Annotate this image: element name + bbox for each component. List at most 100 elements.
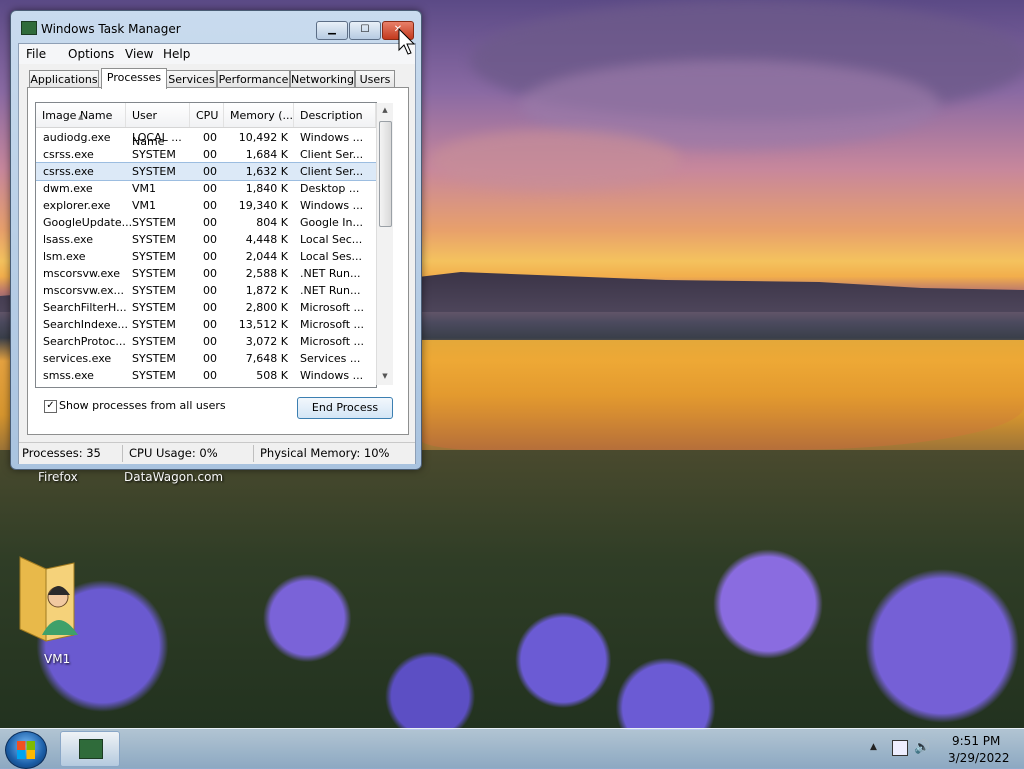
cell-user: SYSTEM: [132, 335, 176, 348]
status-cpu-usage: CPU Usage: 0%: [129, 446, 218, 460]
tab-applications[interactable]: Applications: [29, 70, 99, 88]
sort-arrow-icon: ▲: [78, 113, 84, 121]
taskbar-task-manager-button[interactable]: [60, 731, 120, 767]
network-icon[interactable]: [892, 740, 908, 756]
table-row[interactable]: SearchIndexe... SYSTEM 00 13,512 K Microsoft…: [36, 316, 376, 333]
menu-view[interactable]: View: [125, 47, 153, 61]
show-all-users-label[interactable]: Show processes from all users: [59, 399, 226, 412]
status-separator: [122, 445, 123, 462]
table-row[interactable]: mscorsvw.ex... SYSTEM 00 1,872 K .NET Run...: [36, 282, 376, 299]
cell-name: SearchIndexe...: [43, 318, 128, 331]
tab-networking[interactable]: Networking: [290, 70, 355, 88]
cell-desc: Local Ses...: [300, 250, 362, 263]
table-row[interactable]: mscorsvw.exe SYSTEM 00 2,588 K .NET Run...: [36, 265, 376, 282]
cell-desc: Microsoft ...: [300, 301, 365, 314]
clock-time[interactable]: 9:51 PM: [952, 734, 1000, 748]
cell-mem: 2,588 K: [245, 267, 288, 280]
cell-name: mscorsvw.exe: [43, 267, 120, 280]
column-cpu[interactable]: CPU: [190, 103, 224, 127]
title-bar[interactable]: Windows Task Manager ▁ ☐ ✕: [11, 11, 421, 43]
clock-date[interactable]: 3/29/2022: [948, 751, 1010, 765]
tab-performance[interactable]: Performance: [217, 70, 290, 88]
cell-desc: .NET Run...: [300, 284, 361, 297]
table-row[interactable]: SearchProtoc... SYSTEM 00 3,072 K Microsoft …: [36, 333, 376, 350]
cell-user: SYSTEM: [132, 301, 176, 314]
table-row[interactable]: GoogleUpdate... SYSTEM 00 804 K Google In...: [36, 214, 376, 231]
desktop-icon-firefox[interactable]: Firefox: [38, 470, 78, 484]
cell-mem: 2,800 K: [245, 301, 288, 314]
maximize-button[interactable]: ☐: [349, 21, 381, 40]
cell-desc: Client Ser...: [300, 148, 364, 161]
table-row[interactable]: lsm.exe SYSTEM 00 2,044 K Local Ses...: [36, 248, 376, 265]
cell-cpu: 00: [203, 318, 217, 331]
cell-name: lsm.exe: [43, 250, 86, 263]
lake-reflection: [420, 340, 1024, 450]
cell-name: csrss.exe: [43, 148, 94, 161]
cell-name: audiodg.exe: [43, 131, 111, 144]
column-description[interactable]: Description: [294, 103, 376, 127]
cell-name: lsass.exe: [43, 233, 93, 246]
cell-cpu: 00: [203, 335, 217, 348]
cell-desc: Services ...: [300, 352, 361, 365]
table-row[interactable]: audiodg.exe LOCAL ... 00 10,492 K Windows ..…: [36, 129, 376, 146]
task-manager-icon: [79, 739, 103, 759]
status-separator: [253, 445, 254, 462]
cell-mem: 804 K: [256, 216, 288, 229]
show-all-users-checkbox[interactable]: ✓: [44, 400, 57, 413]
table-row[interactable]: services.exe SYSTEM 00 7,648 K Services ...: [36, 350, 376, 367]
end-process-button[interactable]: End Process: [297, 397, 393, 419]
vertical-scrollbar[interactable]: ▲ ▼: [376, 103, 393, 385]
menu-options[interactable]: Options: [68, 47, 114, 61]
cell-mem: 1,840 K: [245, 182, 288, 195]
table-row[interactable]: lsass.exe SYSTEM 00 4,448 K Local Sec...: [36, 231, 376, 248]
cell-mem: 2,044 K: [245, 250, 288, 263]
tab-users[interactable]: Users: [355, 70, 395, 88]
cell-user: SYSTEM: [132, 318, 176, 331]
cell-user: VM1: [132, 199, 157, 212]
cell-user: SYSTEM: [132, 216, 176, 229]
cell-user: SYSTEM: [132, 267, 176, 280]
minimize-button[interactable]: ▁: [316, 21, 348, 40]
cell-cpu: 00: [203, 216, 217, 229]
cell-cpu: 00: [203, 352, 217, 365]
cell-user: SYSTEM: [132, 284, 176, 297]
status-bar: Processes: 35 CPU Usage: 0% Physical Mem…: [19, 442, 415, 464]
table-row[interactable]: csrss.exe SYSTEM 00 1,632 K Client Ser...: [36, 162, 376, 181]
desktop-icon-datawagon[interactable]: DataWagon.com: [124, 470, 223, 484]
tab-services[interactable]: Services: [166, 70, 217, 88]
scroll-up-icon[interactable]: ▲: [377, 103, 393, 118]
show-hidden-icons-icon[interactable]: ▲: [870, 742, 877, 752]
volume-icon[interactable]: 🔊: [914, 740, 930, 755]
menu-file[interactable]: File: [26, 47, 46, 61]
cell-desc: Microsoft ...: [300, 335, 365, 348]
table-row[interactable]: dwm.exe VM1 00 1,840 K Desktop ...: [36, 180, 376, 197]
status-physical-memory: Physical Memory: 10%: [260, 446, 390, 460]
table-row[interactable]: smss.exe SYSTEM 00 508 K Windows ...: [36, 367, 376, 384]
cell-desc: Google In...: [300, 216, 363, 229]
table-row[interactable]: csrss.exe SYSTEM 00 1,684 K Client Ser...: [36, 146, 376, 163]
column-user-name[interactable]: User Name: [126, 103, 190, 148]
cell-mem: 4,448 K: [245, 233, 288, 246]
cell-mem: 508 K: [256, 369, 288, 382]
cell-name: dwm.exe: [43, 182, 93, 195]
cell-desc: .NET Run...: [300, 267, 361, 280]
cell-desc: Desktop ...: [300, 182, 360, 195]
cell-cpu: 00: [203, 267, 217, 280]
tab-processes[interactable]: Processes: [101, 68, 167, 89]
cell-mem: 10,492 K: [238, 131, 288, 144]
desktop-icon-vm1[interactable]: VM1: [44, 652, 70, 666]
table-row[interactable]: SearchFilterH... SYSTEM 00 2,800 K Microsoft…: [36, 299, 376, 316]
scroll-thumb[interactable]: [379, 121, 392, 227]
process-list[interactable]: Image Name ▲ User Name CPU Memory (... D…: [35, 102, 377, 388]
scroll-down-icon[interactable]: ▼: [377, 369, 393, 384]
cell-mem: 1,684 K: [245, 148, 288, 161]
start-button[interactable]: [5, 731, 47, 769]
window-title: Windows Task Manager: [41, 22, 181, 36]
cell-cpu: 00: [203, 165, 217, 178]
column-memory[interactable]: Memory (...: [224, 103, 294, 127]
user-folder-icon[interactable]: [16, 555, 78, 647]
table-row[interactable]: explorer.exe VM1 00 19,340 K Windows ...: [36, 197, 376, 214]
menu-help[interactable]: Help: [163, 47, 190, 61]
column-image-name[interactable]: Image Name ▲: [36, 103, 126, 127]
window-body: File Options View Help Applications Proc…: [18, 43, 416, 464]
